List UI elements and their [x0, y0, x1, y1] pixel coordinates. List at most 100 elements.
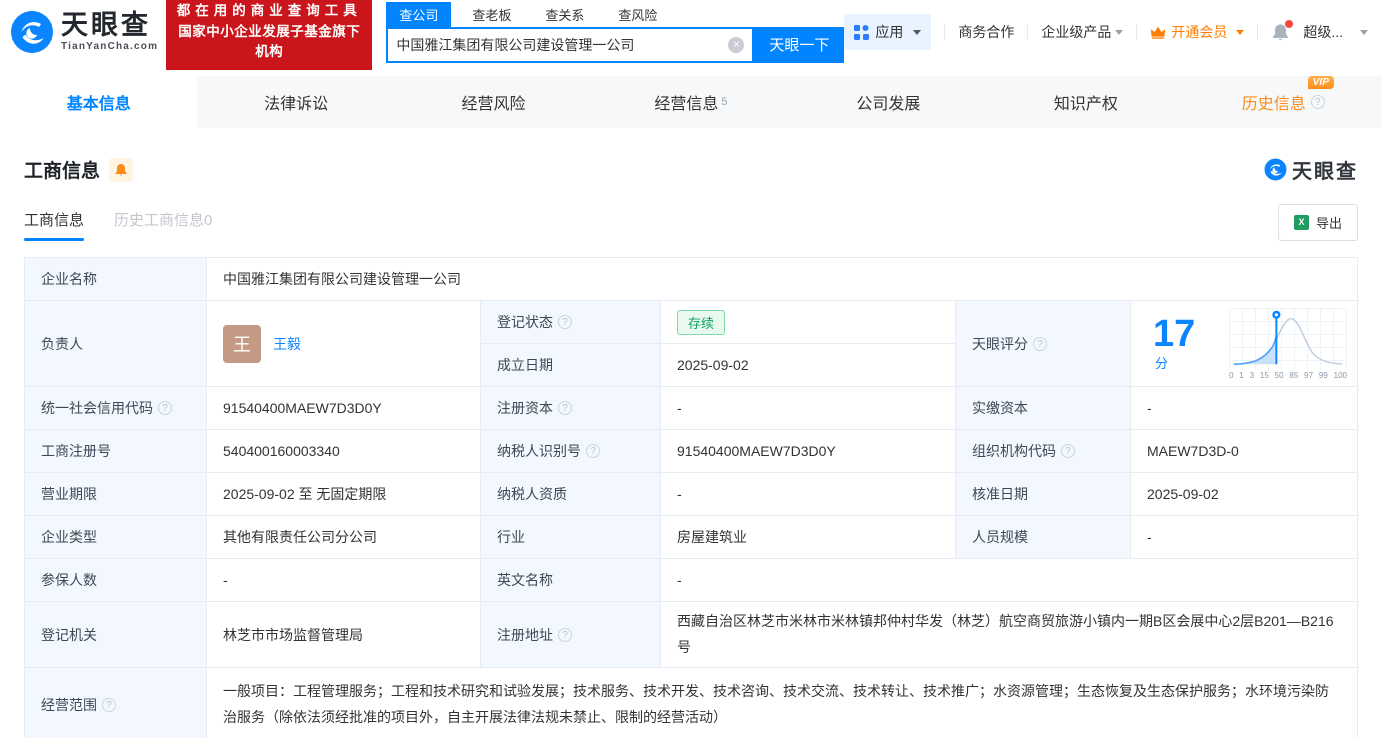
help-icon[interactable]	[558, 627, 572, 642]
reg-capital-value: -	[661, 387, 956, 430]
account-menu[interactable]: 超级...	[1303, 22, 1343, 42]
field-value: 中国雅江集团有限公司建设管理一公司	[223, 271, 461, 287]
field-value: -	[223, 572, 228, 588]
chevron-down-icon[interactable]	[1360, 29, 1368, 35]
avatar[interactable]: 王	[223, 324, 261, 363]
field-value: -	[677, 572, 682, 588]
field-value: 一般项目：工程管理服务；工程和技术研究和试验发展；技术服务、技术开发、技术咨询、…	[223, 683, 1329, 725]
business-scope-value: 一般项目：工程管理服务；工程和技术研究和试验发展；技术服务、技术开发、技术咨询、…	[207, 668, 1358, 738]
chevron-down-icon	[913, 29, 922, 35]
org-code-label: 组织机构代码	[956, 430, 1131, 473]
tab-label: 经营信息	[654, 96, 719, 113]
search-tabs: 查公司 查老板 查关系 查风险	[386, 1, 844, 27]
establish-date-value: 2025-09-02	[661, 344, 956, 387]
search-box	[386, 26, 755, 63]
score-distribution-chart: 0 1 3 15 50 85 97 99 100	[1229, 307, 1347, 380]
help-icon[interactable]	[558, 401, 572, 415]
tab-label: 经营风险	[461, 96, 526, 113]
chevron-down-icon	[1115, 29, 1124, 35]
paid-capital-value: -	[1131, 387, 1358, 430]
field-value: 2025-09-02	[677, 357, 749, 373]
tab-intellectual-property[interactable]: 知识产权	[987, 76, 1184, 128]
score-axis: 0 1 3 15 50 85 97 99 100	[1229, 371, 1347, 380]
tab-count-badge: 5	[721, 96, 728, 108]
bell-icon	[115, 163, 127, 176]
insured-count-label: 参保人数	[25, 559, 207, 602]
apps-menu[interactable]: 应用	[844, 14, 932, 50]
reg-address-value: 西藏自治区林芝市米林市米林镇邦仲村华发（林芝）航空商贸旅游小镇内一期B区会展中心…	[661, 602, 1358, 668]
field-value: -	[1147, 529, 1152, 545]
axis-tick: 3	[1249, 370, 1255, 380]
legal-person-link[interactable]: 王毅	[273, 334, 301, 354]
business-info-table: 企业名称 中国雅江集团有限公司建设管理一公司 负责人 王 王毅 登记状态 存续 …	[24, 257, 1358, 738]
credit-code-label: 统一社会信用代码	[25, 387, 207, 430]
field-label: 纳税人资质	[497, 486, 567, 502]
field-value: -	[677, 486, 682, 502]
tab-company-development[interactable]: 公司发展	[790, 76, 987, 128]
nav-open-vip[interactable]: 开通会员	[1150, 22, 1245, 42]
watermark-title: 天眼查	[1292, 161, 1358, 183]
nav-vip-label: 开通会员	[1171, 24, 1228, 40]
monitor-bell-button[interactable]	[109, 157, 134, 182]
tab-history-info[interactable]: 历史信息 VIP	[1185, 76, 1382, 128]
nav-enterprise-products[interactable]: 企业级产品	[1041, 22, 1124, 42]
search-tab-company[interactable]: 查公司	[386, 1, 452, 27]
export-button[interactable]: 导出	[1277, 204, 1358, 241]
industry-value: 房屋建筑业	[661, 516, 956, 559]
search-tab-relation[interactable]: 查关系	[532, 2, 597, 27]
axis-tick: 99	[1318, 370, 1328, 380]
tab-operational-risk[interactable]: 经营风险	[395, 76, 592, 128]
tab-basic-info[interactable]: 基本信息	[0, 76, 198, 128]
field-label: 成立日期	[497, 357, 553, 373]
help-icon[interactable]	[1061, 444, 1075, 458]
field-label: 登记状态	[497, 314, 553, 330]
reg-number-label: 工商注册号	[25, 430, 207, 473]
field-label: 实缴资本	[972, 400, 1028, 416]
help-icon[interactable]	[558, 315, 572, 329]
chevron-down-icon	[1236, 29, 1245, 35]
staff-size-label: 人员规模	[956, 516, 1131, 559]
tab-label: 历史信息	[1241, 96, 1306, 113]
tianyancha-logo[interactable]: 天眼查 TianYanCha.com	[10, 10, 158, 54]
subtab-label: 历史工商信息	[114, 212, 205, 229]
help-icon[interactable]	[1033, 336, 1047, 351]
field-label: 统一社会信用代码	[41, 400, 153, 416]
tab-legal-proceedings[interactable]: 法律诉讼	[197, 76, 394, 128]
company-type-label: 企业类型	[25, 516, 207, 559]
help-icon[interactable]	[586, 444, 600, 458]
tab-business-info[interactable]: 经营信息 5	[592, 76, 789, 128]
subtab-history-business-info[interactable]: 历史工商信息0	[114, 209, 212, 241]
excel-icon	[1293, 215, 1309, 230]
credit-code-value: 91540400MAEW7D3D0Y	[207, 387, 481, 430]
reg-status-value: 存续	[661, 301, 956, 344]
company-type-value: 其他有限责任公司分公司	[207, 516, 481, 559]
nav-cooperation[interactable]: 商务合作	[958, 22, 1014, 42]
english-name-label: 英文名称	[481, 559, 661, 602]
taxpayer-id-label: 纳税人识别号	[481, 430, 661, 473]
search-tab-risk[interactable]: 查风险	[605, 2, 670, 27]
subtab-business-info[interactable]: 工商信息	[24, 209, 85, 241]
axis-tick: 100	[1333, 370, 1347, 380]
logo-domain: TianYanCha.com	[61, 41, 159, 52]
clear-icon[interactable]	[728, 36, 745, 53]
field-value: 2025-09-02	[1147, 486, 1219, 502]
business-term-label: 营业期限	[25, 473, 207, 516]
promo-banner-line1: 都在用的商业查询工具	[176, 2, 362, 18]
reg-authority-value: 林芝市市场监督管理局	[207, 602, 481, 668]
help-icon[interactable]	[1310, 95, 1325, 109]
field-label: 注册地址	[497, 626, 553, 643]
help-icon[interactable]	[102, 697, 116, 712]
logo-title: 天眼查	[61, 10, 151, 40]
help-icon[interactable]	[158, 401, 172, 415]
field-value: -	[677, 400, 682, 416]
divider	[944, 25, 946, 39]
export-label: 导出	[1315, 216, 1342, 231]
tianyan-score-value[interactable]: 17分 0 1 3 15 50 85 97 99 100	[1131, 301, 1358, 387]
notifications-bell[interactable]	[1271, 19, 1294, 42]
approval-date-label: 核准日期	[956, 473, 1131, 516]
search-button[interactable]: 天眼一下	[754, 26, 845, 63]
search-tab-boss[interactable]: 查老板	[459, 2, 524, 27]
axis-tick: 0	[1229, 370, 1234, 380]
tianyan-score-label: 天眼评分	[956, 301, 1131, 387]
search-input[interactable]	[396, 36, 729, 53]
